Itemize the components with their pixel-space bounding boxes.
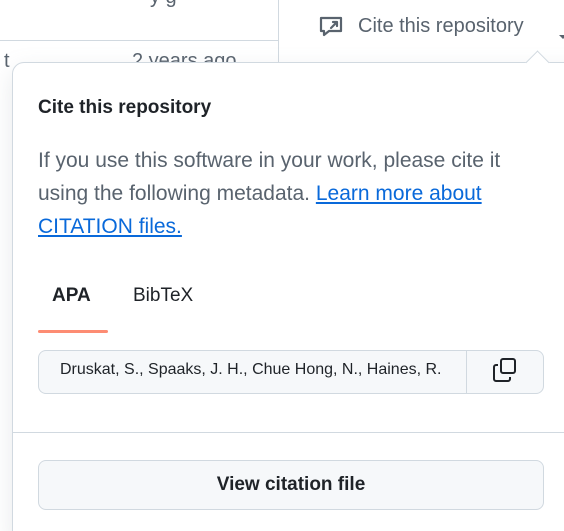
copy-button[interactable]	[466, 350, 544, 394]
copy-icon	[492, 357, 518, 388]
selected-tab-indicator	[38, 330, 108, 333]
background-divider	[0, 40, 278, 41]
citation-text-field[interactable]: Druskat, S., Spaaks, J. H., Chue Hong, N…	[38, 350, 466, 394]
popover-description: If you use this software in your work, p…	[38, 144, 538, 243]
cite-repository-button[interactable]: Cite this repository	[318, 14, 524, 38]
popover-title: Cite this repository	[38, 97, 212, 118]
background-row-fragment: t	[4, 50, 10, 72]
chevron-down-icon	[559, 28, 564, 46]
popover-divider	[13, 432, 564, 433]
view-citation-file-button[interactable]: View citation file	[38, 460, 544, 510]
stage: y g t 2 years ago Cite this repository C…	[0, 0, 564, 531]
background-text-fragment: y g	[150, 0, 177, 9]
cite-repository-label: Cite this repository	[358, 14, 524, 37]
background-divider	[278, 0, 279, 62]
tab-apa[interactable]: APA	[52, 285, 91, 307]
tab-bibtex[interactable]: BibTeX	[133, 285, 193, 307]
cite-icon	[318, 14, 344, 38]
